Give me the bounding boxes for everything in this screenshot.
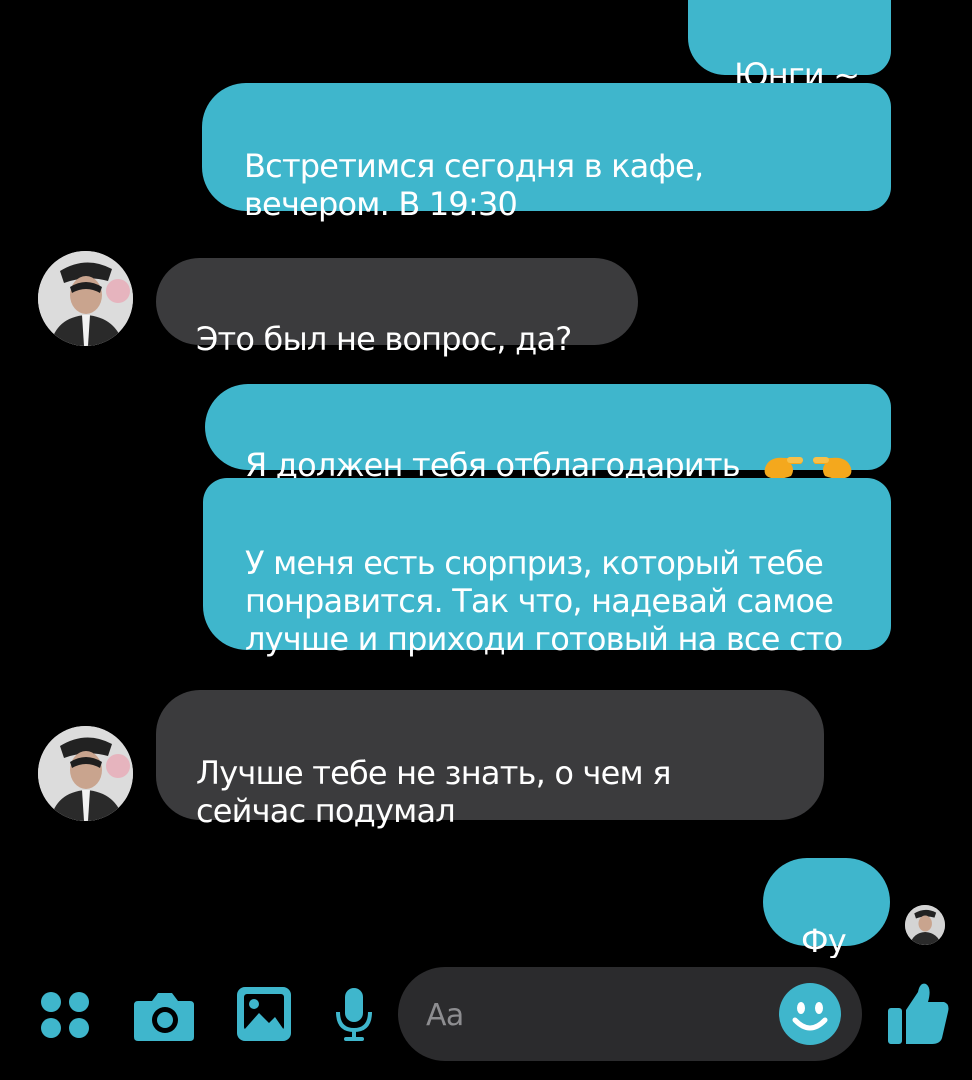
conversation-thread: Юнги ~ Встретимся сегодня в кафе, вечеро…	[0, 0, 972, 960]
gallery-icon[interactable]	[235, 985, 293, 1043]
emoji-icon[interactable]	[778, 982, 842, 1046]
incoming-message[interactable]: Это был не вопрос, да?	[156, 258, 638, 358]
outgoing-message[interactable]: Я должен тебя отблагодарить	[205, 384, 891, 484]
person-photo-icon	[905, 905, 945, 945]
message-text: Встретимся сегодня в кафе, вечером. В 19…	[244, 147, 704, 223]
outgoing-message[interactable]: Юнги ~	[688, 0, 891, 94]
message-input[interactable]	[424, 991, 768, 1039]
camera-icon[interactable]	[132, 987, 196, 1043]
person-photo-icon	[38, 726, 133, 821]
apps-icon[interactable]	[38, 990, 94, 1042]
contact-avatar[interactable]	[38, 251, 133, 346]
message-text: Фу	[801, 922, 847, 960]
message-composer	[398, 967, 862, 1061]
outgoing-message[interactable]: У меня есть сюрприз, который тебе понрав…	[203, 478, 891, 658]
thumbs-up-icon[interactable]	[886, 980, 952, 1046]
outgoing-message[interactable]: Встретимся сегодня в кафе, вечером. В 19…	[202, 83, 891, 223]
incoming-message[interactable]: Лучше тебе не знать, о чем я сейчас поду…	[156, 690, 824, 830]
person-photo-icon	[38, 251, 133, 346]
message-text: У меня есть сюрприз, который тебе понрав…	[245, 544, 843, 658]
microphone-icon[interactable]	[334, 986, 374, 1044]
message-text: Лучше тебе не знать, о чем я сейчас поду…	[196, 754, 671, 830]
message-text: Это был не вопрос, да?	[196, 320, 572, 358]
contact-avatar[interactable]	[38, 726, 133, 821]
outgoing-message[interactable]: Фу	[763, 858, 890, 960]
seen-avatar	[905, 905, 945, 945]
